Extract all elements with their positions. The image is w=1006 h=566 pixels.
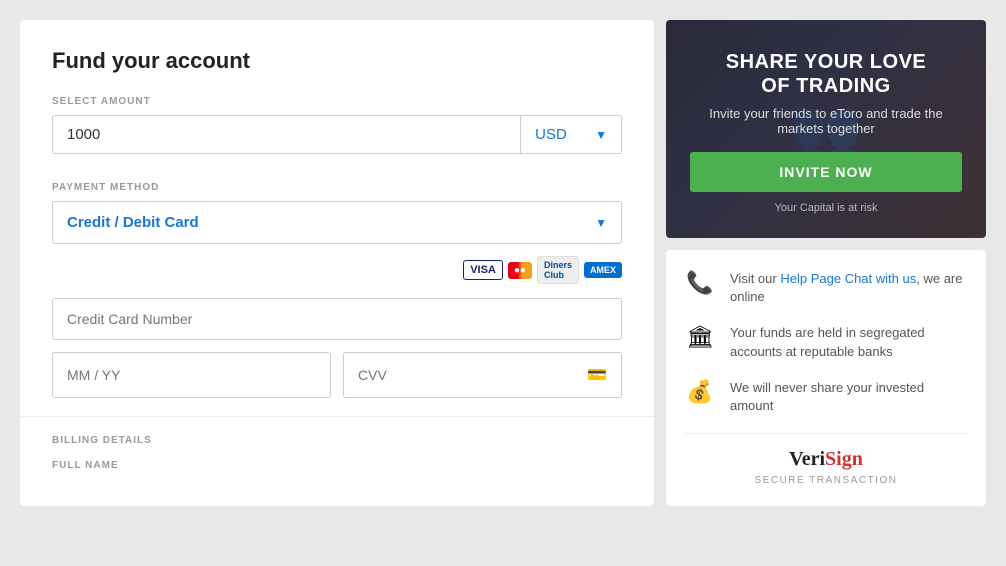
billing-details-label: BILLING DETAILS — [52, 435, 622, 446]
info-item-privacy: 💰 We will never share your invested amou… — [684, 379, 968, 415]
select-amount-label: SELECT AMOUNT — [52, 96, 622, 107]
payment-method-dropdown[interactable]: Credit / Debit Card ▼ — [52, 201, 622, 244]
diners-logo: DinersClub — [537, 256, 579, 284]
invite-banner: 👥 SHARE YOUR LOVE OF TRADING Invite your… — [666, 20, 986, 238]
expiry-input[interactable] — [52, 352, 331, 398]
currency-dropdown[interactable]: USD EUR GBP — [535, 126, 587, 143]
amount-input[interactable] — [52, 115, 520, 154]
page-title: Fund your account — [52, 48, 622, 74]
amount-row: USD EUR GBP ▼ — [52, 115, 622, 154]
full-name-label: FULL NAME — [52, 460, 622, 471]
verisign-logo: VeriSign — [684, 448, 968, 471]
right-panel: 👥 SHARE YOUR LOVE OF TRADING Invite your… — [666, 20, 986, 506]
verisign-area: VeriSign SECURE TRANSACTION — [684, 433, 968, 486]
chat-link[interactable]: Chat with us — [845, 271, 917, 286]
page-wrapper: Fund your account SELECT AMOUNT USD EUR … — [10, 10, 996, 516]
left-panel: Fund your account SELECT AMOUNT USD EUR … — [20, 20, 654, 506]
mastercard-logo: ●● — [508, 262, 532, 279]
banner-subtext: Invite your friends to eToro and trade t… — [690, 106, 962, 136]
info-text-support: Visit our Help Page Chat with us, we are… — [730, 270, 968, 306]
info-text-privacy: We will never share your invested amount — [730, 379, 968, 415]
info-item-support: 📞 Visit our Help Page Chat with us, we a… — [684, 270, 968, 306]
payment-chevron-icon: ▼ — [595, 216, 607, 230]
payment-method-selected: Credit / Debit Card — [67, 214, 199, 231]
help-page-link[interactable]: Help Page — [780, 271, 841, 286]
secure-transaction-label: SECURE TRANSACTION — [684, 475, 968, 486]
info-box: 📞 Visit our Help Page Chat with us, we a… — [666, 250, 986, 506]
payment-method-section: PAYMENT METHOD Credit / Debit Card ▼ VIS… — [52, 182, 622, 398]
cvv-wrapper[interactable]: 💳 — [343, 352, 622, 398]
payment-method-label: PAYMENT METHOD — [52, 182, 622, 193]
cvv-input[interactable] — [358, 367, 587, 383]
bank-icon: 🏛 — [684, 324, 716, 350]
cc-bottom-row: 💳 — [52, 352, 622, 398]
banner-heading: SHARE YOUR LOVE OF TRADING — [690, 50, 962, 98]
card-logos: VISA ●● DinersClub AMEX — [52, 256, 622, 284]
phone-icon: 📞 — [684, 270, 716, 296]
banner-content: SHARE YOUR LOVE OF TRADING Invite your f… — [690, 50, 962, 214]
chevron-down-icon: ▼ — [595, 128, 607, 142]
amex-logo: AMEX — [584, 262, 622, 278]
currency-select-wrapper[interactable]: USD EUR GBP ▼ — [520, 115, 622, 154]
banner-risk-text: Your Capital is at risk — [690, 202, 962, 214]
money-icon: 💰 — [684, 379, 716, 405]
invite-now-button[interactable]: INVITE NOW — [690, 152, 962, 192]
divider — [20, 416, 654, 417]
info-item-funds: 🏛 Your funds are held in segregated acco… — [684, 324, 968, 360]
credit-card-number-input[interactable] — [52, 298, 622, 340]
info-text-funds: Your funds are held in segregated accoun… — [730, 324, 968, 360]
visa-logo: VISA — [463, 260, 503, 280]
cvv-card-icon: 💳 — [587, 365, 607, 385]
